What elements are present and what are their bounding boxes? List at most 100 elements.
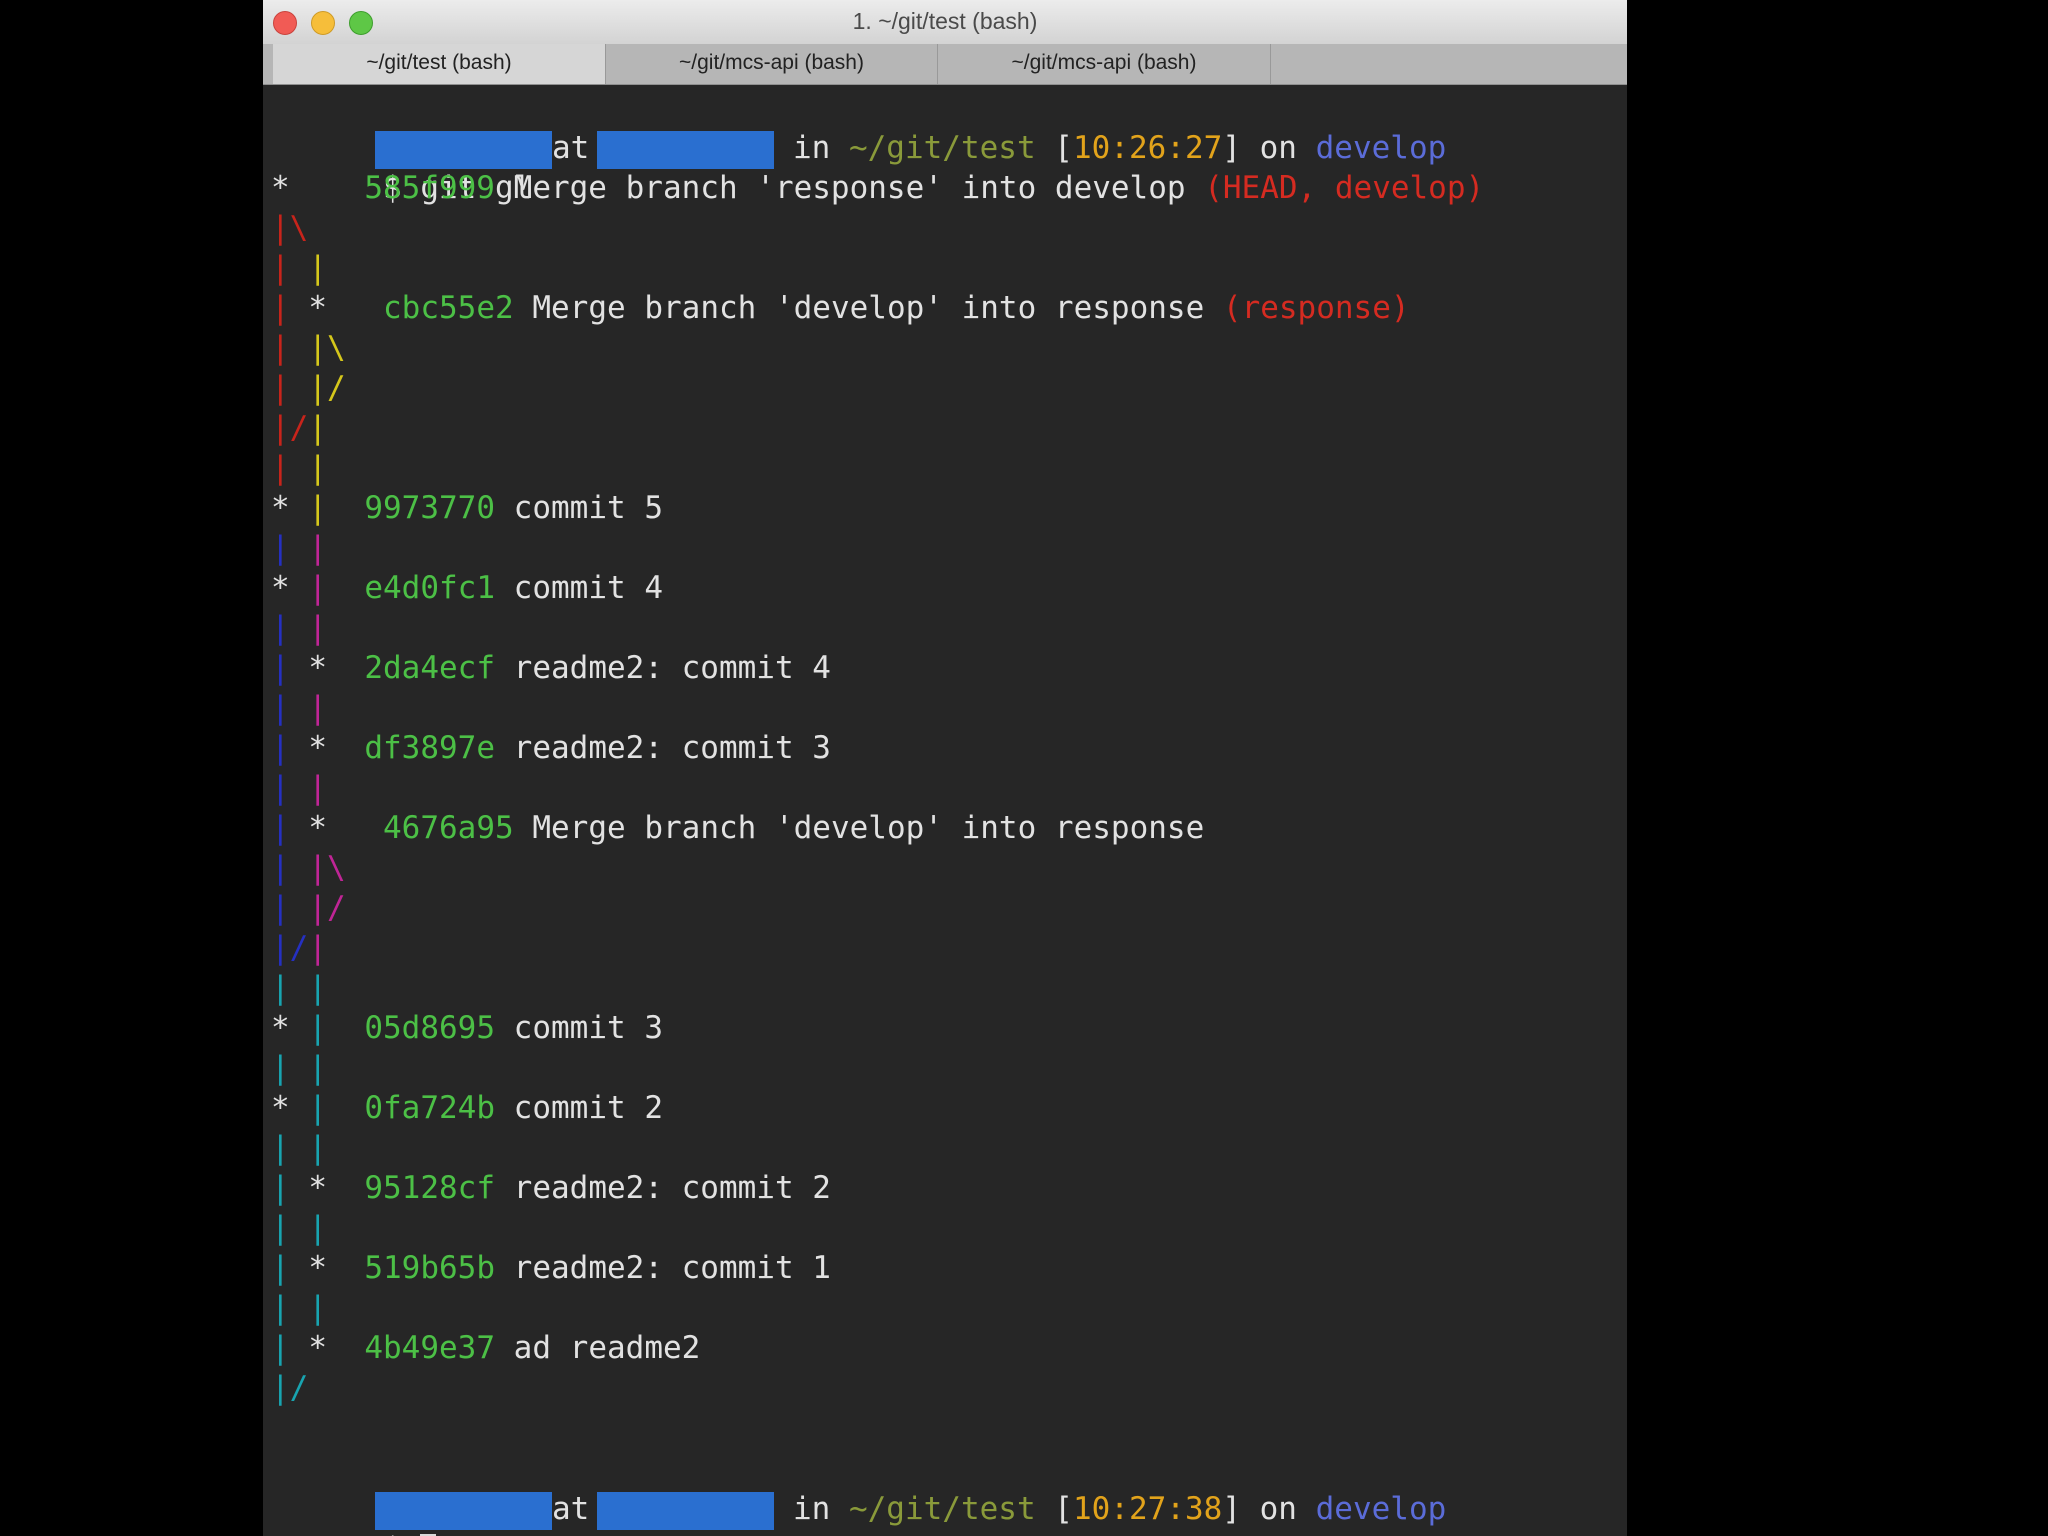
prompt-bracket-open: [ <box>1054 1491 1073 1527</box>
graph-lines: * | <box>271 1010 328 1046</box>
graph-row: | | <box>271 688 327 728</box>
graph-row: |/| <box>271 408 327 448</box>
input-line[interactable]: $ <box>271 1489 437 1536</box>
commit-hash: 519b65b <box>364 1250 495 1286</box>
title-bar: 1. ~/git/test (bash) <box>263 0 1627 44</box>
commit-hash: df3897e <box>364 730 495 766</box>
terminal-output[interactable]: at in ~/git/test [10:26:27] on develop $… <box>263 84 1627 1536</box>
commit-message: commit 3 <box>513 1010 663 1046</box>
window-title: 1. ~/git/test (bash) <box>852 8 1038 34</box>
commit-row: | * 4676a95 Merge branch 'develop' into … <box>271 808 1204 848</box>
terminal-window: 1. ~/git/test (bash) ~/git/test (bash) ~… <box>263 0 1627 1536</box>
commit-row: * | 0fa724b commit 2 <box>271 1088 663 1128</box>
commit-row: | * 2da4ecf readme2: commit 4 <box>271 648 831 688</box>
shell-prompt-2: at in ~/git/test [10:27:38] on develop <box>263 1449 1446 1530</box>
graph-lines: | | <box>271 770 328 806</box>
prompt-branch: develop <box>1315 1491 1447 1527</box>
commit-message: readme2: commit 2 <box>513 1170 831 1206</box>
graph-lines: | |/ <box>271 890 346 926</box>
graph-lines: | | <box>271 610 328 646</box>
prompt-time: 10:27:38 <box>1072 1491 1223 1527</box>
prompt-at: at <box>551 130 590 166</box>
commit-message: commit 2 <box>513 1090 663 1126</box>
commit-row: | * cbc55e2 Merge branch 'develop' into … <box>271 288 1410 328</box>
commit-refs: (HEAD, develop) <box>1204 170 1485 206</box>
graph-lines: |/| <box>271 930 328 966</box>
graph-lines: |/ <box>271 1370 309 1406</box>
prompt-symbol: $ <box>383 1531 402 1536</box>
commit-hash: 4676a95 <box>383 810 514 846</box>
commit-hash: 05d8695 <box>364 1010 495 1046</box>
graph-row: |/| <box>271 928 327 968</box>
graph-lines: | | <box>271 450 328 486</box>
commit-message: readme2: commit 4 <box>513 650 831 686</box>
commit-row: * 585f999 Merge branch 'response' into d… <box>271 168 1484 208</box>
graph-row: | |/ <box>271 888 346 928</box>
commit-row: * | e4d0fc1 commit 4 <box>271 568 663 608</box>
tab-bar: ~/git/test (bash) ~/git/mcs-api (bash) ~… <box>263 44 1627 85</box>
graph-lines: | |/ <box>271 370 346 406</box>
graph-lines: | | <box>271 1210 328 1246</box>
commit-message: readme2: commit 3 <box>513 730 831 766</box>
prompt-in: in <box>792 130 831 166</box>
graph-row: | | <box>271 768 327 808</box>
graph-row: |\ <box>271 208 308 248</box>
graph-row: | | <box>271 1048 327 1088</box>
commit-hash: cbc55e2 <box>383 290 514 326</box>
graph-row: | | <box>271 248 327 288</box>
graph-row: | |/ <box>271 368 346 408</box>
commit-hash: 9973770 <box>364 490 495 526</box>
graph-lines: | * <box>271 1330 328 1366</box>
commit-row: * | 05d8695 commit 3 <box>271 1008 663 1048</box>
commit-message: ad readme2 <box>513 1330 701 1366</box>
graph-lines: * <box>271 170 290 206</box>
prompt-bracket-close: ] <box>1222 130 1241 166</box>
graph-lines: | | <box>271 530 328 566</box>
prompt-on: on <box>1259 130 1297 166</box>
graph-lines: | * <box>271 290 328 326</box>
commit-message: readme2: commit 1 <box>513 1250 831 1286</box>
commit-message: Merge branch 'response' into develop <box>513 170 1186 206</box>
commit-row: | * 519b65b readme2: commit 1 <box>271 1248 831 1288</box>
graph-lines: | |\ <box>271 850 346 886</box>
commit-row: | * 4b49e37 ad readme2 <box>271 1328 700 1368</box>
graph-row: | | <box>271 968 327 1008</box>
prompt-at: at <box>551 1491 590 1527</box>
graph-lines: | * <box>271 650 328 686</box>
commit-row: * | 9973770 commit 5 <box>271 488 663 528</box>
commit-row: | * df3897e readme2: commit 3 <box>271 728 831 768</box>
graph-lines: | |\ <box>271 330 346 366</box>
graph-row: | | <box>271 1288 327 1328</box>
commit-message: Merge branch 'develop' into response <box>532 290 1205 326</box>
prompt-path: ~/git/test <box>848 130 1036 166</box>
commit-message: Merge branch 'develop' into response <box>532 810 1205 846</box>
commit-hash: 585f999 <box>364 170 495 206</box>
graph-lines: | * <box>271 810 328 846</box>
graph-lines: | | <box>271 250 328 286</box>
prompt-bracket-open: [ <box>1054 130 1073 166</box>
graph-lines: | | <box>271 970 328 1006</box>
graph-lines: * | <box>271 570 328 606</box>
commit-message: commit 5 <box>513 490 663 526</box>
commit-hash: 95128cf <box>364 1170 495 1206</box>
commit-hash: e4d0fc1 <box>364 570 495 606</box>
shell-prompt: at in ~/git/test [10:26:27] on develop <box>263 88 1446 169</box>
commit-hash: 0fa724b <box>364 1090 495 1126</box>
prompt-branch: develop <box>1315 130 1447 166</box>
graph-lines: |/| <box>271 410 328 446</box>
graph-row: | | <box>271 448 327 488</box>
graph-row: | |\ <box>271 328 346 368</box>
commit-message: commit 4 <box>513 570 663 606</box>
graph-lines: | * <box>271 1250 328 1286</box>
graph-row: |/ <box>271 1368 308 1408</box>
graph-row: | | <box>271 528 327 568</box>
commit-hash: 4b49e37 <box>364 1330 495 1366</box>
tab-mcs-api-2[interactable]: ~/git/mcs-api (bash) <box>938 44 1271 84</box>
graph-row: | | <box>271 1128 327 1168</box>
command-line: $ git gl <box>271 128 532 206</box>
graph-lines: |\ <box>271 210 309 246</box>
graph-lines: | | <box>271 1050 328 1086</box>
tab-mcs-api-1[interactable]: ~/git/mcs-api (bash) <box>606 44 938 84</box>
tab-git-test[interactable]: ~/git/test (bash) <box>273 44 606 84</box>
graph-lines: | | <box>271 690 328 726</box>
